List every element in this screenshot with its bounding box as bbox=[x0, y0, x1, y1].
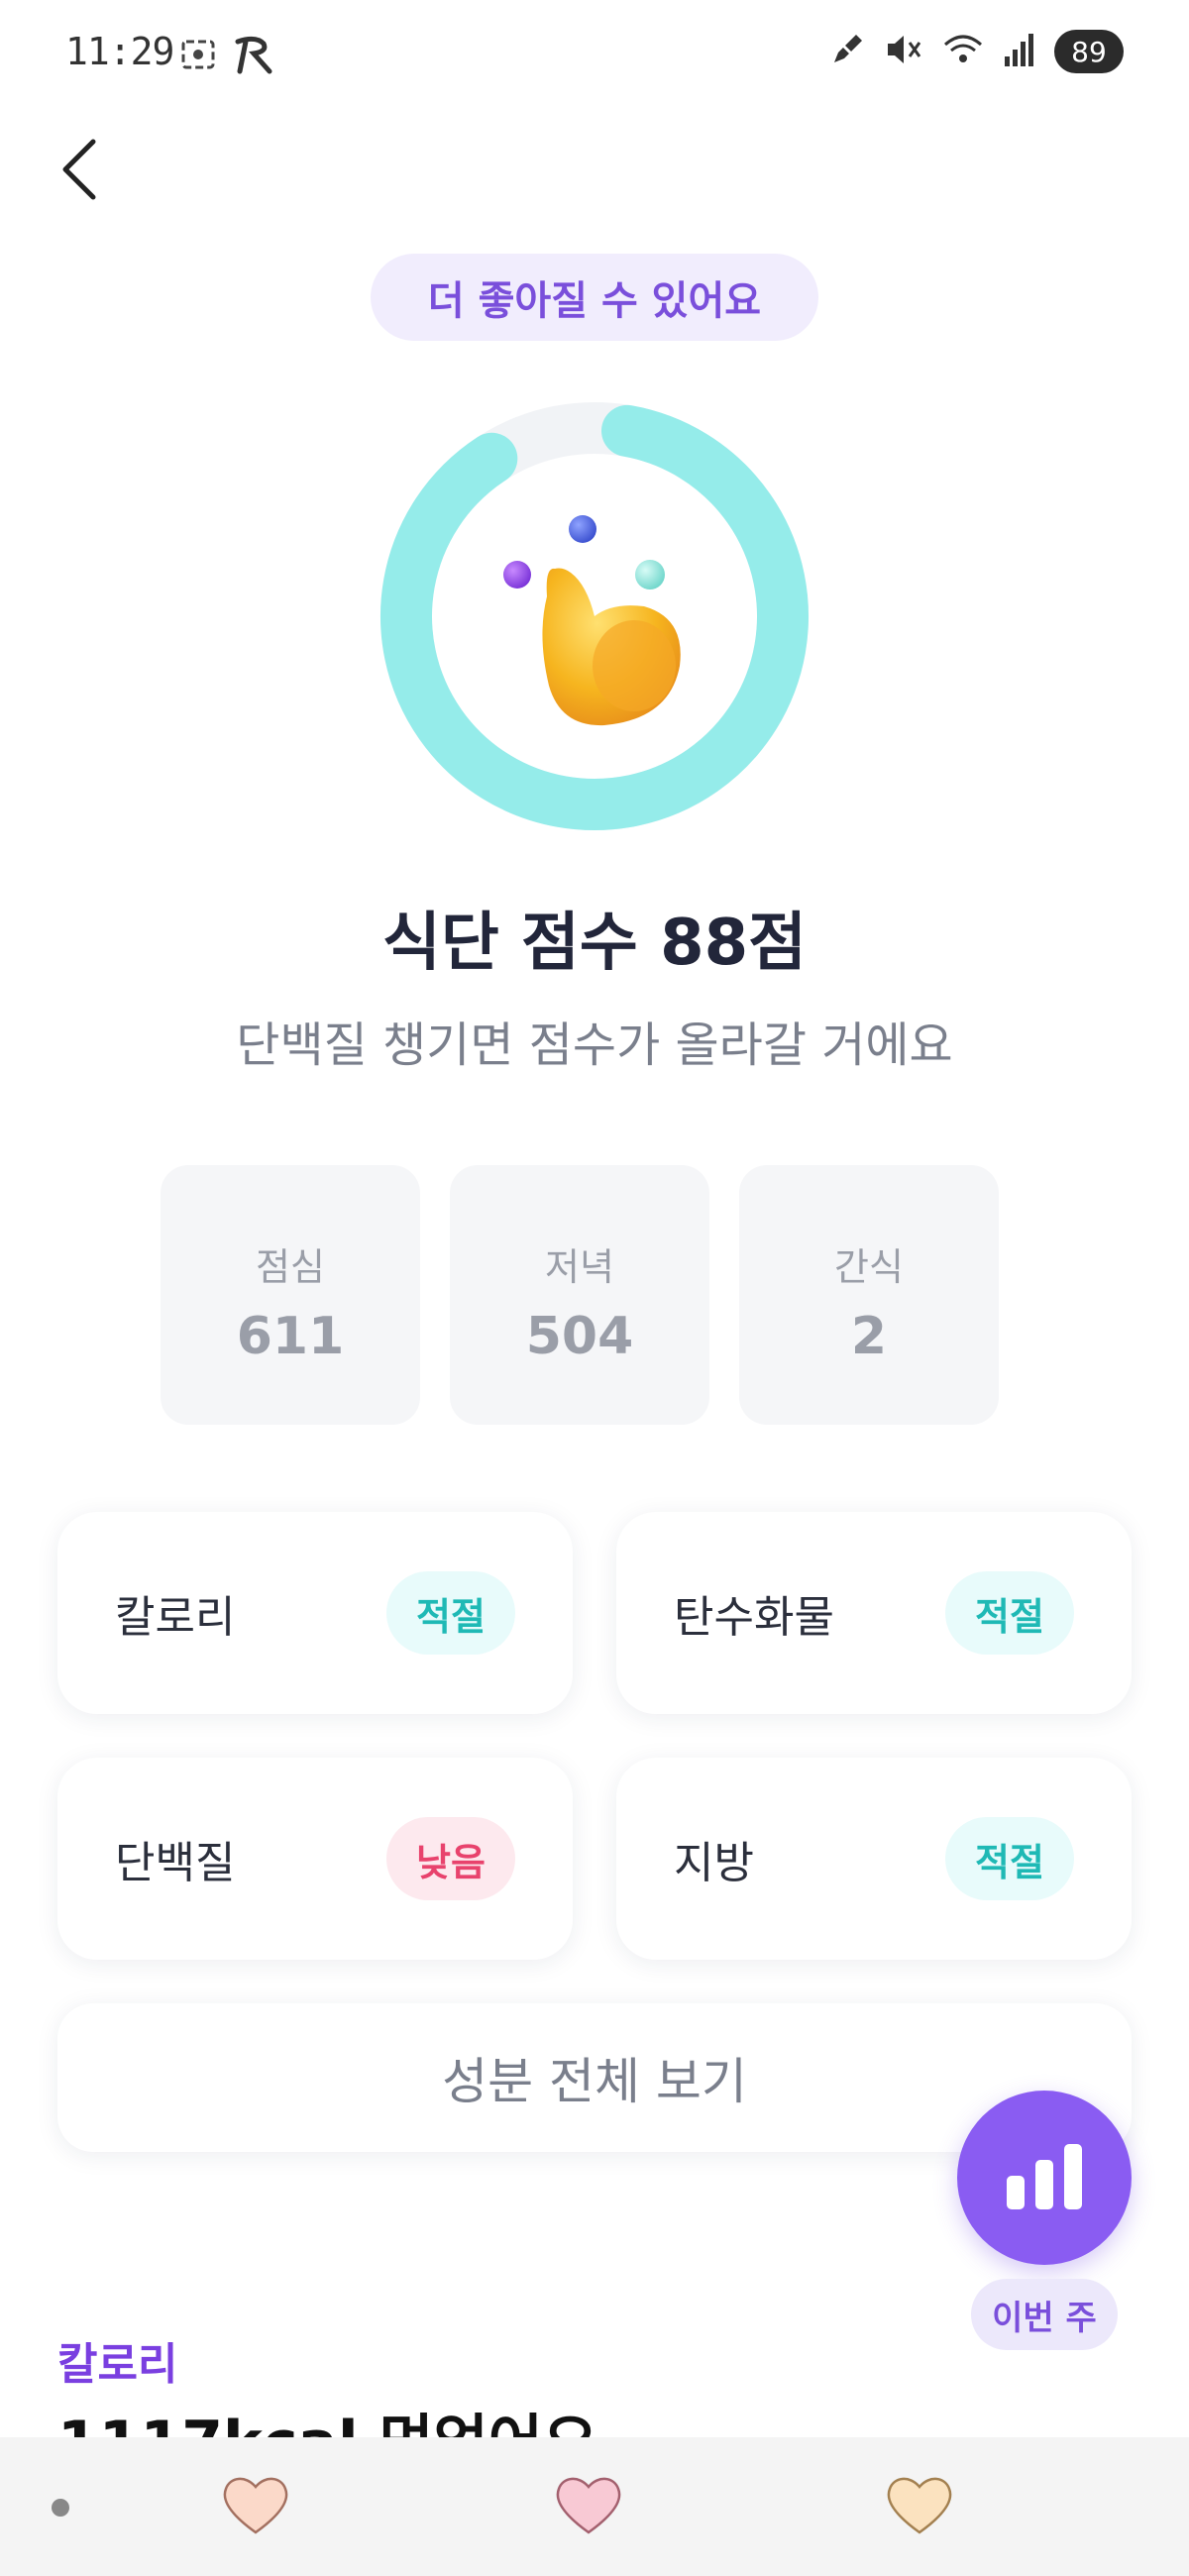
nutrient-card-calories[interactable]: 칼로리 적절 bbox=[57, 1512, 573, 1714]
status-bar: 11:29 89 bbox=[0, 0, 1189, 109]
nutrient-label: 칼로리 bbox=[115, 1592, 236, 1643]
meal-value: 504 bbox=[525, 1307, 634, 1366]
nutrient-label: 탄수화물 bbox=[674, 1592, 834, 1643]
back-button[interactable] bbox=[50, 137, 109, 206]
meal-label: 점심 bbox=[256, 1245, 325, 1289]
score-status-badge: 더 좋아질 수 있어요 bbox=[371, 254, 818, 341]
meal-value: 2 bbox=[850, 1307, 888, 1366]
section-label: 칼로리 bbox=[57, 2339, 178, 2390]
section-heading: 1117kcal 먹었어요 bbox=[57, 2404, 597, 2437]
wifi-icon bbox=[941, 31, 985, 72]
meal-box-dinner: 저녁 504 bbox=[450, 1165, 709, 1425]
nutrient-card-carbs[interactable]: 탄수화물 적절 bbox=[616, 1512, 1132, 1714]
mute-icon bbox=[884, 31, 923, 72]
nutrient-card-protein[interactable]: 단백질 낮음 bbox=[57, 1758, 573, 1960]
chevron-left-icon bbox=[59, 138, 99, 205]
heart-icon[interactable] bbox=[220, 2473, 291, 2536]
meal-box-snack: 간식 2 bbox=[739, 1165, 999, 1425]
nav-dot[interactable] bbox=[52, 2499, 69, 2517]
score-title: 식단 점수 88점 bbox=[381, 907, 808, 980]
nutrient-label: 지방 bbox=[674, 1838, 754, 1888]
meal-label: 간식 bbox=[834, 1245, 904, 1289]
mascot-icon bbox=[503, 515, 681, 726]
nutrient-status-badge: 낮음 bbox=[386, 1817, 515, 1900]
this-week-chip[interactable]: 이번 주 bbox=[971, 2279, 1118, 2350]
nutrient-status-badge: 적절 bbox=[945, 1817, 1074, 1900]
nutrient-status-badge: 적절 bbox=[386, 1571, 515, 1655]
weekly-stats-button[interactable] bbox=[957, 2091, 1132, 2265]
signal-icon bbox=[1003, 31, 1036, 72]
bar-chart-icon bbox=[1005, 2140, 1084, 2215]
status-time: 11:29 bbox=[65, 30, 174, 73]
nutrient-label: 단백질 bbox=[115, 1838, 236, 1888]
battery-indicator: 89 bbox=[1054, 30, 1124, 73]
meal-label: 저녁 bbox=[545, 1245, 614, 1289]
heart-icon[interactable] bbox=[553, 2473, 624, 2536]
meal-box-lunch: 점심 611 bbox=[161, 1165, 420, 1425]
heart-icon[interactable] bbox=[884, 2473, 955, 2536]
score-subtitle: 단백질 챙기면 점수가 올라갈 거에요 bbox=[236, 1018, 953, 1073]
screenshot-icon bbox=[178, 35, 218, 78]
bottom-bar bbox=[0, 2437, 1189, 2576]
meal-value: 611 bbox=[236, 1307, 345, 1366]
app-r-icon bbox=[232, 34, 277, 79]
pen-icon bbox=[828, 31, 866, 72]
nutrient-status-badge: 적절 bbox=[945, 1571, 1074, 1655]
nutrient-card-fat[interactable]: 지방 적절 bbox=[616, 1758, 1132, 1960]
